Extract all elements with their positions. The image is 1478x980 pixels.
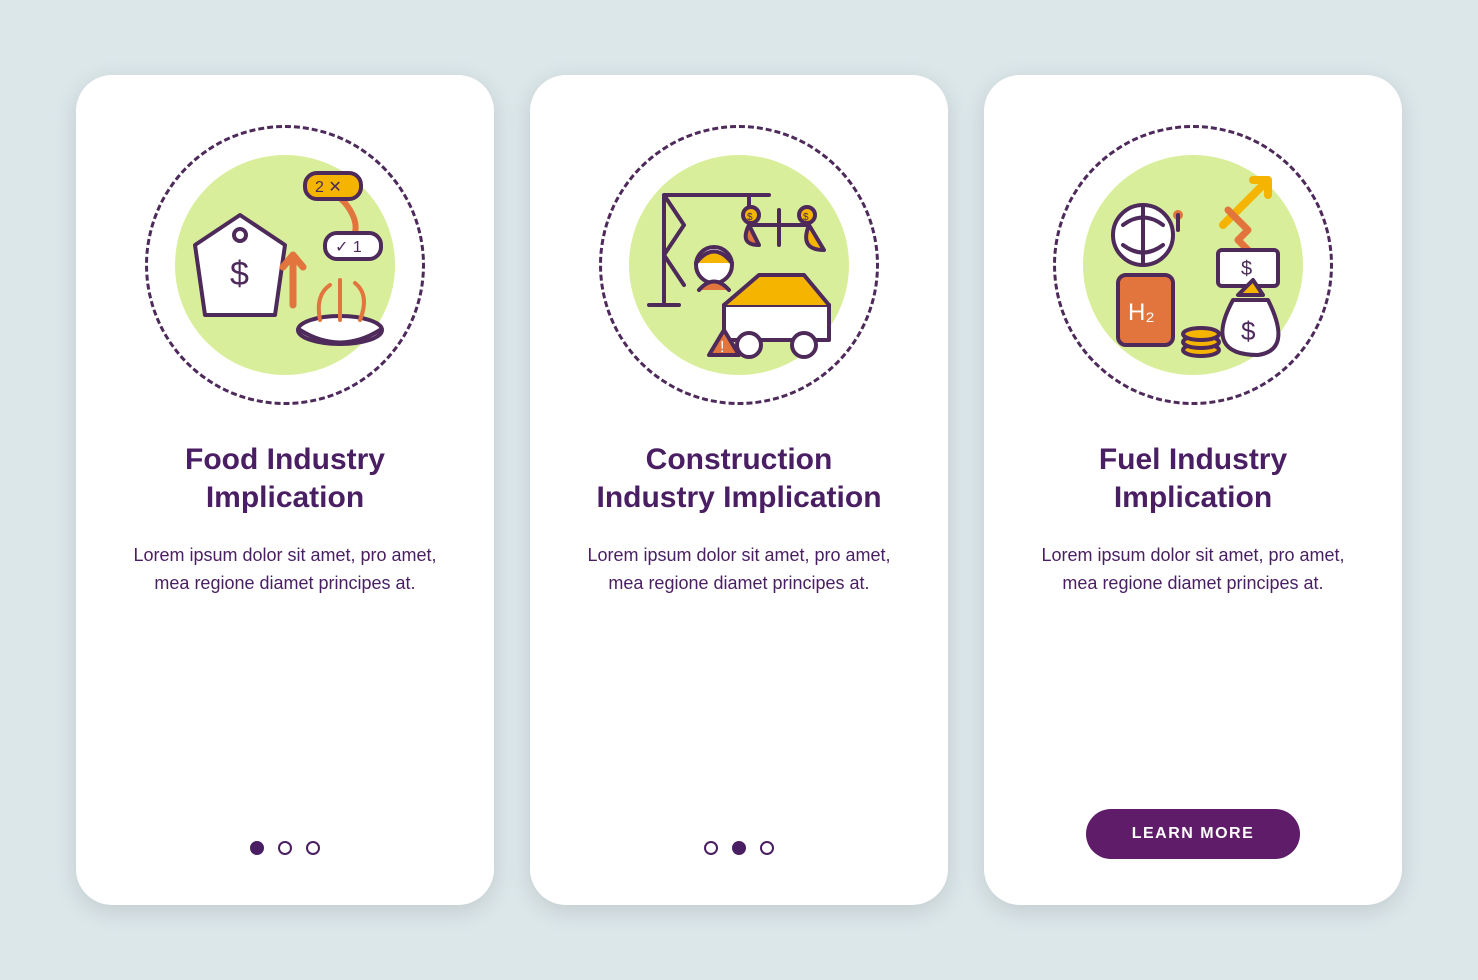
- dot-1[interactable]: [704, 841, 718, 855]
- dot-3[interactable]: [306, 841, 320, 855]
- svg-text:$: $: [230, 255, 249, 293]
- card-title: Fuel Industry Implication: [1099, 441, 1287, 516]
- onboarding-card-fuel: H₂ $ $ Fuel Industry Implication Lorem i…: [984, 75, 1402, 905]
- svg-text:$: $: [747, 212, 753, 223]
- svg-text:$: $: [1241, 258, 1252, 280]
- fuel-icon: H₂ $ $: [1053, 125, 1333, 405]
- svg-text:2 ✕: 2 ✕: [315, 179, 342, 196]
- dot-2[interactable]: [732, 841, 746, 855]
- svg-text:$: $: [803, 212, 809, 223]
- card-description: Lorem ipsum dolor sit amet, pro amet, me…: [130, 542, 440, 598]
- onboarding-card-food: $ 2 ✕ ✓ 1 Food Industry: [76, 75, 494, 905]
- page-indicator: [250, 841, 320, 855]
- card-title: Food Industry Implication: [185, 441, 385, 516]
- card-description: Lorem ipsum dolor sit amet, pro amet, me…: [584, 542, 894, 598]
- svg-text:H₂: H₂: [1128, 299, 1155, 326]
- onboarding-row: $ 2 ✕ ✓ 1 Food Industry: [76, 75, 1402, 905]
- dot-3[interactable]: [760, 841, 774, 855]
- card-description: Lorem ipsum dolor sit amet, pro amet, me…: [1038, 542, 1348, 598]
- svg-text:✓ 1: ✓ 1: [335, 239, 362, 256]
- dot-2[interactable]: [278, 841, 292, 855]
- construction-icon: $ $ !: [599, 125, 879, 405]
- food-price-icon: $ 2 ✕ ✓ 1: [145, 125, 425, 405]
- dot-1[interactable]: [250, 841, 264, 855]
- card-title: Construction Industry Implication: [596, 441, 881, 516]
- page-indicator: [704, 841, 774, 855]
- onboarding-card-construction: $ $ ! Construction Industry Implic: [530, 75, 948, 905]
- svg-text:$: $: [1241, 316, 1256, 346]
- svg-text:!: !: [720, 339, 724, 356]
- learn-more-button[interactable]: LEARN MORE: [1086, 809, 1301, 859]
